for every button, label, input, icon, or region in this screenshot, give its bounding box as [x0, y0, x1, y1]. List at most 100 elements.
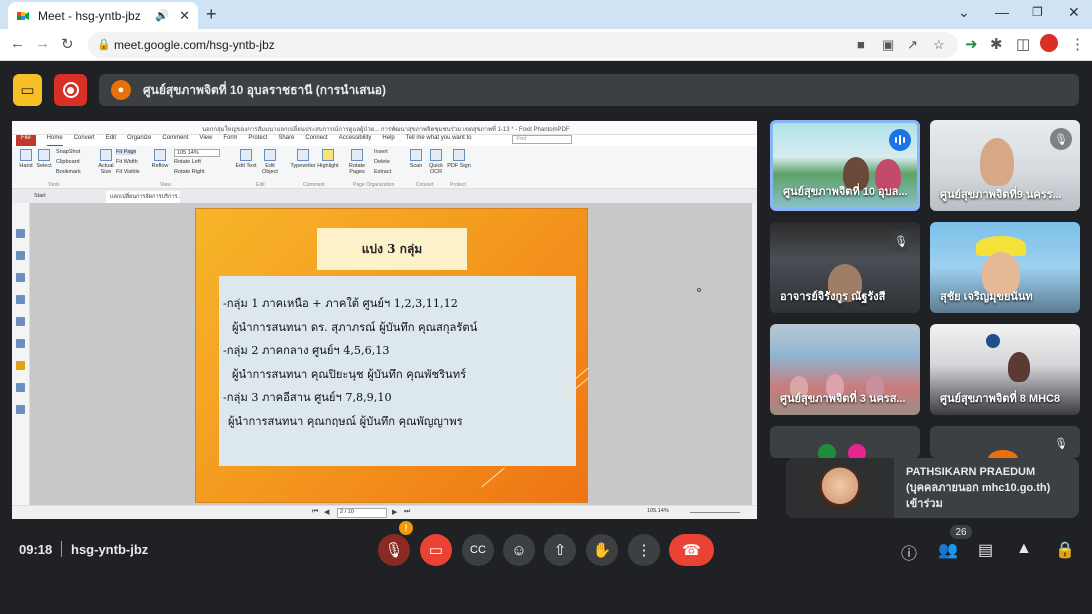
attachments-icon[interactable] — [16, 295, 25, 304]
profile-avatar[interactable] — [1040, 34, 1058, 52]
fit-page-button[interactable]: Fit Page — [116, 149, 137, 155]
pdf-tell-me[interactable]: Tell me what you want to — [406, 135, 472, 146]
browser-tab[interactable]: Meet - hsg-yntb-jbz 🔊 ✕ — [8, 2, 198, 29]
tags-icon[interactable] — [16, 405, 25, 414]
leave-call-button[interactable]: ☎ — [669, 534, 714, 566]
comments-icon[interactable] — [16, 317, 25, 326]
pdf-menu-organize[interactable]: Organize — [127, 135, 151, 146]
fit-visible-button[interactable]: Fit Visible — [116, 169, 140, 175]
camera-toggle-button[interactable]: ▭ — [420, 534, 452, 566]
pdf-menu-form[interactable]: Form — [223, 135, 237, 146]
participant-tile[interactable]: ศูนย์สุขภาพจิตที่ 8 MHC8 — [930, 324, 1080, 415]
present-screen-button[interactable]: ⇧ — [544, 534, 576, 566]
pdf-menu-connect[interactable]: Connect — [305, 135, 327, 146]
people-icon[interactable]: 👥 — [938, 540, 958, 560]
pages-icon[interactable] — [16, 229, 25, 238]
address-bar[interactable]: 🔒 meet.google.com/hsg-yntb-jbz ■ ▣ ↗ ☆ — [88, 32, 958, 58]
participant-tile[interactable]: 🎙 อาจารย์จิรังกูร ณัฐรังสี — [770, 222, 920, 313]
rotate-right-button[interactable]: Rotate Right — [174, 169, 205, 175]
pdf-menu-comment[interactable]: Comment — [162, 135, 188, 146]
translate-icon[interactable]: ▣ — [882, 37, 894, 53]
participant-tile[interactable]: ศูนย์สุขภาพจิตที่ 10 อุบล... — [770, 120, 920, 211]
restore-icon[interactable]: ❐ — [1032, 5, 1043, 19]
chat-icon[interactable]: ▤ — [978, 540, 993, 560]
forward-icon[interactable]: → — [35, 35, 50, 52]
pdf-menu-protect[interactable]: Protect — [248, 135, 267, 146]
pdf-menu-home[interactable]: Home — [46, 135, 63, 146]
host-controls-icon[interactable]: 🔒 — [1055, 540, 1075, 560]
select-tool-button[interactable]: Select — [32, 149, 56, 169]
more-options-button[interactable]: ⋮ — [628, 534, 660, 566]
bookmarks-icon[interactable] — [16, 251, 25, 260]
back-icon[interactable]: ← — [10, 35, 25, 52]
reflow-button[interactable]: Reflow — [148, 149, 172, 169]
reload-icon[interactable]: ↻ — [61, 35, 74, 53]
edit-text-button[interactable]: Edit Text — [234, 149, 258, 169]
tab-close-icon[interactable]: ✕ — [179, 8, 190, 24]
participant-tile[interactable]: ศูนย์สุขภาพจิตที่ 3 นครส... — [770, 324, 920, 415]
new-tab-button[interactable]: + — [206, 4, 217, 25]
mic-warning-icon[interactable]: ! — [399, 521, 413, 535]
meeting-details-icon[interactable]: ⓘ — [901, 540, 917, 564]
participant-tile[interactable]: สุชัย เจริญมุขยนันท — [930, 222, 1080, 313]
recording-icon[interactable] — [54, 74, 87, 106]
pdf-sign-button[interactable]: PDF Sign — [447, 149, 471, 169]
captions-button[interactable]: CC — [462, 534, 494, 566]
extension-arrow-icon[interactable]: ➜ — [965, 35, 978, 53]
pdf-tab-document[interactable]: แลกเปลี่ยนการจัดการบริการ... — [106, 191, 180, 203]
highlight-button[interactable]: Highlight — [316, 149, 340, 169]
raise-hand-button[interactable]: ✋ — [586, 534, 618, 566]
clipboard-button[interactable]: Clipboard — [56, 159, 80, 165]
delete-button[interactable]: Delete — [374, 159, 390, 165]
insert-button[interactable]: Insert — [374, 149, 388, 155]
pdf-tab-start[interactable]: Start — [34, 193, 46, 199]
next-page-icon[interactable]: ▶ — [392, 508, 397, 516]
rotate-pages-button[interactable]: Rotate Pages — [345, 149, 369, 175]
prev-page-icon[interactable]: ◀ — [324, 508, 329, 516]
reactions-button[interactable]: ☺ — [503, 534, 535, 566]
activities-icon[interactable]: ▲ — [1016, 540, 1032, 558]
security-icon[interactable] — [16, 361, 25, 370]
snapshot-button[interactable]: SnapShot — [56, 149, 80, 155]
bookmark-star-icon[interactable]: ☆ — [933, 37, 945, 53]
extract-button[interactable]: Extract — [374, 169, 391, 175]
pdf-menu-help[interactable]: Help — [382, 135, 394, 146]
minimize-icon[interactable]: — — [995, 4, 1009, 20]
bookmark-button[interactable]: Bookmark — [56, 169, 81, 175]
layers-icon[interactable] — [16, 273, 25, 282]
pdf-menu-share[interactable]: Share — [278, 135, 294, 146]
signatures-icon[interactable] — [16, 339, 25, 348]
participant-tile[interactable]: 🎙 ศูนย์สุขภาพจิตที่9 นครร... — [930, 120, 1080, 211]
edit-object-button[interactable]: Edit Object — [258, 149, 282, 175]
mic-toggle-button[interactable]: 🎙 — [378, 534, 410, 566]
pdf-menu-view[interactable]: View — [199, 135, 212, 146]
tab-audio-icon[interactable]: 🔊 — [155, 9, 169, 22]
pdf-menu-file[interactable]: File — [16, 135, 36, 146]
share-icon[interactable]: ↗ — [907, 37, 918, 53]
actual-size-button[interactable]: Actual Size — [94, 149, 118, 175]
last-page-icon[interactable]: ⏭ — [404, 508, 410, 516]
window-close-icon[interactable]: ✕ — [1068, 4, 1080, 21]
pdf-menu-convert[interactable]: Convert — [74, 135, 95, 146]
participant-tile-partial[interactable] — [770, 426, 920, 458]
lock-icon[interactable]: 🔒 — [97, 38, 111, 51]
participant-tile-partial[interactable]: 🎙 — [930, 426, 1080, 458]
first-page-icon[interactable]: ⏮ — [312, 508, 318, 516]
pdf-menu-edit[interactable]: Edit — [106, 135, 116, 146]
extensions-puzzle-icon[interactable]: ✱ — [990, 35, 1003, 53]
fit-width-button[interactable]: Fit Width — [116, 159, 138, 165]
zoom-field[interactable]: 105.14% — [174, 149, 220, 157]
sidepanel-icon[interactable]: ◫ — [1016, 35, 1030, 53]
tab-search-icon[interactable]: ⌄ — [958, 4, 970, 21]
fields-icon[interactable] — [16, 383, 25, 392]
camera-off-badge-icon[interactable]: ▭ — [13, 74, 42, 106]
quick-ocr-button[interactable]: Quick OCR — [424, 149, 448, 175]
typewriter-button[interactable]: Typewriter — [288, 149, 318, 169]
page-number-field[interactable]: 2 / 10 — [337, 508, 387, 518]
zoom-slider[interactable] — [690, 512, 740, 513]
pdf-menu-accessibility[interactable]: Accessibility — [339, 135, 372, 146]
pdf-vertical-scrollbar[interactable] — [752, 203, 757, 505]
camera-icon[interactable]: ■ — [857, 37, 865, 52]
rotate-left-button[interactable]: Rotate Left — [174, 159, 201, 165]
pdf-find-input[interactable]: Find — [512, 135, 573, 144]
